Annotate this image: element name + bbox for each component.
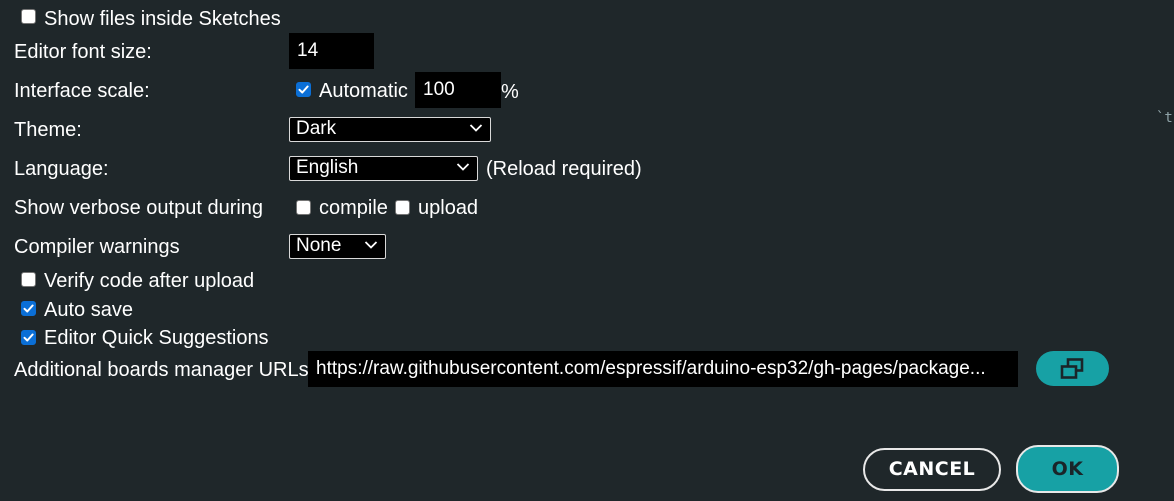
interface-scale-unit: % bbox=[501, 81, 519, 103]
verbose-compile-label: compile bbox=[319, 197, 388, 219]
interface-scale-input[interactable]: 100 bbox=[415, 72, 501, 108]
compiler-warnings-value: None bbox=[296, 235, 342, 256]
language-select-value: English bbox=[296, 157, 359, 178]
background-editor-fragment: `t bbox=[1156, 110, 1173, 126]
editor-font-size-input[interactable]: 14 bbox=[289, 33, 374, 69]
verbose-compile-checkbox[interactable] bbox=[296, 200, 311, 215]
cancel-button[interactable]: CANCEL bbox=[863, 448, 1001, 491]
verbose-upload-label: upload bbox=[418, 197, 479, 219]
quick-suggestions-checkbox[interactable] bbox=[21, 330, 36, 345]
language-reload-note: (Reload required) bbox=[486, 158, 642, 180]
language-select[interactable]: English bbox=[289, 156, 478, 181]
open-urls-button[interactable] bbox=[1036, 351, 1109, 386]
boards-urls-input[interactable]: https://raw.githubusercontent.com/espres… bbox=[308, 351, 1018, 387]
auto-save-label: Auto save bbox=[44, 299, 133, 321]
window-restore-icon bbox=[1060, 358, 1084, 379]
check-icon bbox=[298, 85, 309, 94]
automatic-scale-checkbox[interactable] bbox=[296, 82, 311, 97]
verify-code-checkbox[interactable] bbox=[21, 272, 36, 287]
compiler-warnings-select[interactable]: None bbox=[289, 234, 386, 259]
show-files-label: Show files inside Sketches bbox=[44, 8, 281, 30]
theme-select-value: Dark bbox=[296, 118, 337, 139]
check-icon bbox=[23, 304, 34, 313]
chevron-down-icon bbox=[456, 163, 470, 171]
automatic-scale-label: Automatic bbox=[319, 80, 408, 102]
verbose-upload-checkbox[interactable] bbox=[395, 200, 410, 215]
language-label: Language: bbox=[14, 158, 109, 180]
boards-urls-label: Additional boards manager URLs: bbox=[14, 359, 315, 381]
interface-scale-label: Interface scale: bbox=[14, 80, 150, 102]
auto-save-checkbox[interactable] bbox=[21, 301, 36, 316]
show-files-checkbox[interactable] bbox=[21, 9, 36, 24]
verify-code-label: Verify code after upload bbox=[44, 270, 255, 292]
chevron-down-icon bbox=[364, 241, 378, 249]
theme-label: Theme: bbox=[14, 119, 82, 141]
theme-select[interactable]: Dark bbox=[289, 117, 491, 142]
ok-button[interactable]: OK bbox=[1016, 445, 1119, 493]
verbose-output-label: Show verbose output during bbox=[14, 197, 264, 219]
compiler-warnings-label: Compiler warnings bbox=[14, 236, 180, 258]
check-icon bbox=[23, 333, 34, 342]
quick-suggestions-label: Editor Quick Suggestions bbox=[44, 327, 269, 349]
editor-font-size-label: Editor font size: bbox=[14, 41, 152, 63]
chevron-down-icon bbox=[469, 124, 483, 132]
